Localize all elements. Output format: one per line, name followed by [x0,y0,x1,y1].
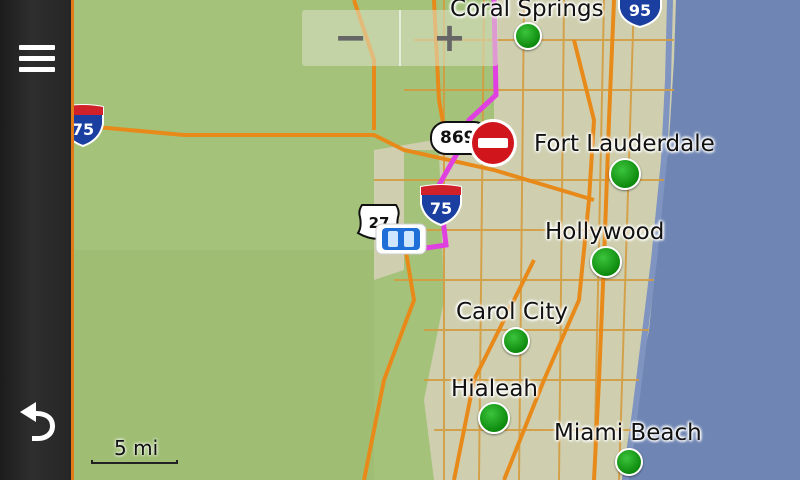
svg-text:75: 75 [74,120,94,139]
city-marker-hollywood[interactable] [590,246,622,278]
city-label-hialeah: Hialeah [451,376,538,402]
city-label-miami-beach: Miami Beach [554,420,702,446]
scale-label: 5 mi [114,436,159,460]
city-marker-miami-beach[interactable] [615,448,643,476]
svg-text:75: 75 [430,199,452,218]
back-button[interactable] [8,390,66,448]
back-arrow-icon [20,402,55,441]
hamburger-menu-icon [19,45,55,72]
vehicle-position-icon [375,223,427,255]
sidebar [0,0,74,480]
menu-button[interactable] [8,30,66,88]
city-label-fort-lauderdale: Fort Lauderdale [534,131,715,157]
city-label-carol-city: Carol City [456,299,568,325]
scale-bar [91,460,178,464]
zoom-out-button[interactable]: − [302,10,399,66]
city-label-hollywood: Hollywood [545,219,665,245]
interstate-95-shield: 95 [618,0,662,28]
interstate-75-shield-left: 75 [74,104,104,148]
map-canvas [74,0,800,480]
svg-text:95: 95 [629,1,651,20]
city-marker-hialeah[interactable] [478,402,510,434]
city-marker-coral-springs[interactable] [514,22,542,50]
city-label-coral-springs: Coral Springs [450,0,604,22]
no-entry-icon[interactable] [468,118,522,172]
city-marker-carol-city[interactable] [502,327,530,355]
city-marker-fort-lauderdale[interactable] [609,158,641,190]
map-view[interactable]: − + 95 75 75 27 869 Coral Springs Fort L… [74,0,800,480]
